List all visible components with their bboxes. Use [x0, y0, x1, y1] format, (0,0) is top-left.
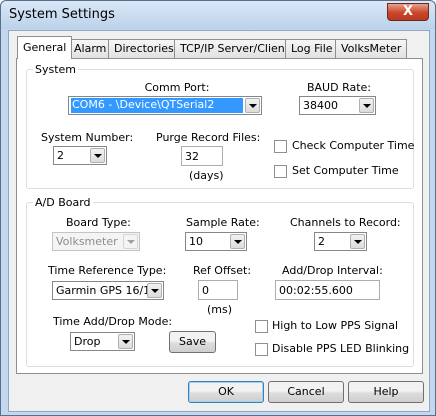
sample-rate-select[interactable]: 10 — [185, 232, 247, 251]
comm-port-select[interactable]: COM6 - \Device\QTSerial2 — [68, 96, 262, 115]
help-button[interactable]: Help — [348, 381, 424, 403]
chevron-down-icon[interactable] — [230, 234, 245, 249]
tab-volksmeter[interactable]: VolksMeter — [335, 39, 408, 58]
cancel-button[interactable]: Cancel — [268, 381, 344, 403]
chevron-down-icon[interactable] — [147, 283, 162, 298]
ref-offset-input[interactable]: 0 — [198, 280, 238, 300]
settings-window: System Settings X General Alarm Director… — [0, 0, 436, 416]
tab-general[interactable]: General — [17, 36, 73, 59]
ref-offset-value: 0 — [202, 284, 209, 297]
check-computer-time-checkbox[interactable] — [274, 140, 287, 153]
baud-rate-label: BAUD Rate: — [306, 81, 372, 94]
tab-tcpip[interactable]: TCP/IP Server/Client — [174, 39, 296, 58]
dialog-body: General Alarm Directories TCP/IP Server/… — [8, 30, 430, 412]
tab-log-file[interactable]: Log File — [285, 39, 339, 58]
system-number-label: System Number: — [41, 131, 134, 144]
purge-days-input[interactable]: 32 — [181, 146, 223, 166]
channels-value: 2 — [318, 235, 325, 248]
add-drop-mode-select[interactable]: Drop — [70, 332, 135, 351]
chevron-down-icon[interactable] — [350, 234, 365, 249]
set-computer-time-checkbox[interactable] — [274, 165, 287, 178]
purge-unit-label: (days) — [189, 169, 224, 182]
close-button[interactable]: X — [387, 3, 429, 21]
channels-label: Channels to Record: — [290, 216, 401, 229]
system-number-select[interactable]: 2 — [53, 146, 107, 165]
title-bar[interactable]: System Settings X — [1, 1, 435, 29]
chevron-down-icon — [123, 234, 138, 249]
chevron-down-icon[interactable] — [90, 148, 105, 163]
board-type-select: Volksmeter — [52, 232, 140, 251]
add-drop-interval-label: Add/Drop Interval: — [282, 264, 383, 277]
comm-port-value: COM6 - \Device\QTSerial2 — [71, 98, 243, 113]
ad-board-group: A/D Board Board Type: Volksmeter Sample … — [26, 196, 414, 367]
disable-pps-led-checkbox[interactable] — [255, 343, 268, 356]
tab-directories[interactable]: Directories — [108, 39, 180, 58]
channels-select[interactable]: 2 — [314, 232, 367, 251]
general-tab-panel: System Comm Port: COM6 - \Device\QTSeria… — [16, 58, 423, 374]
time-reference-label: Time Reference Type: — [48, 264, 167, 277]
comm-port-label: Comm Port: — [144, 81, 210, 94]
chevron-down-icon[interactable] — [245, 98, 260, 113]
purge-days-value: 32 — [185, 150, 199, 163]
ref-offset-unit-label: (ms) — [207, 303, 233, 316]
add-drop-mode-label: Time Add/Drop Mode: — [53, 315, 173, 328]
set-computer-time-label: Set Computer Time — [292, 164, 399, 177]
ref-offset-label: Ref Offset: — [193, 264, 252, 277]
system-group: System Comm Port: COM6 - \Device\QTSeria… — [26, 63, 415, 189]
disable-pps-led-label: Disable PPS LED Blinking — [272, 342, 410, 355]
ad-board-group-label: A/D Board — [33, 196, 93, 209]
chevron-down-icon[interactable] — [359, 98, 374, 113]
chevron-down-icon[interactable] — [118, 334, 133, 349]
purge-label: Purge Record Files: — [156, 131, 261, 144]
board-type-value: Volksmeter — [56, 235, 118, 248]
system-number-value: 2 — [57, 149, 64, 162]
baud-rate-select[interactable]: 38400 — [299, 96, 376, 115]
close-icon: X — [402, 4, 414, 19]
add-drop-mode-value: Drop — [74, 335, 101, 348]
tab-alarm[interactable]: Alarm — [68, 39, 113, 58]
window-title: System Settings — [9, 7, 115, 22]
high-to-low-pps-checkbox[interactable] — [255, 320, 268, 333]
high-to-low-pps-label: High to Low PPS Signal — [272, 319, 399, 332]
save-button[interactable]: Save — [169, 331, 216, 353]
check-computer-time-label: Check Computer Time — [292, 139, 415, 152]
sample-rate-label: Sample Rate: — [186, 216, 260, 229]
time-reference-select[interactable]: Garmin GPS 16/18 — [52, 281, 164, 300]
system-group-label: System — [33, 63, 79, 76]
time-reference-value: Garmin GPS 16/18 — [56, 284, 158, 297]
add-drop-interval-input[interactable]: 00:02:55.600 — [275, 280, 380, 300]
baud-rate-value: 38400 — [303, 99, 338, 112]
ok-button[interactable]: OK — [188, 381, 264, 403]
board-type-label: Board Type: — [66, 216, 131, 229]
sample-rate-value: 10 — [189, 235, 203, 248]
add-drop-interval-value: 00:02:55.600 — [279, 284, 353, 297]
